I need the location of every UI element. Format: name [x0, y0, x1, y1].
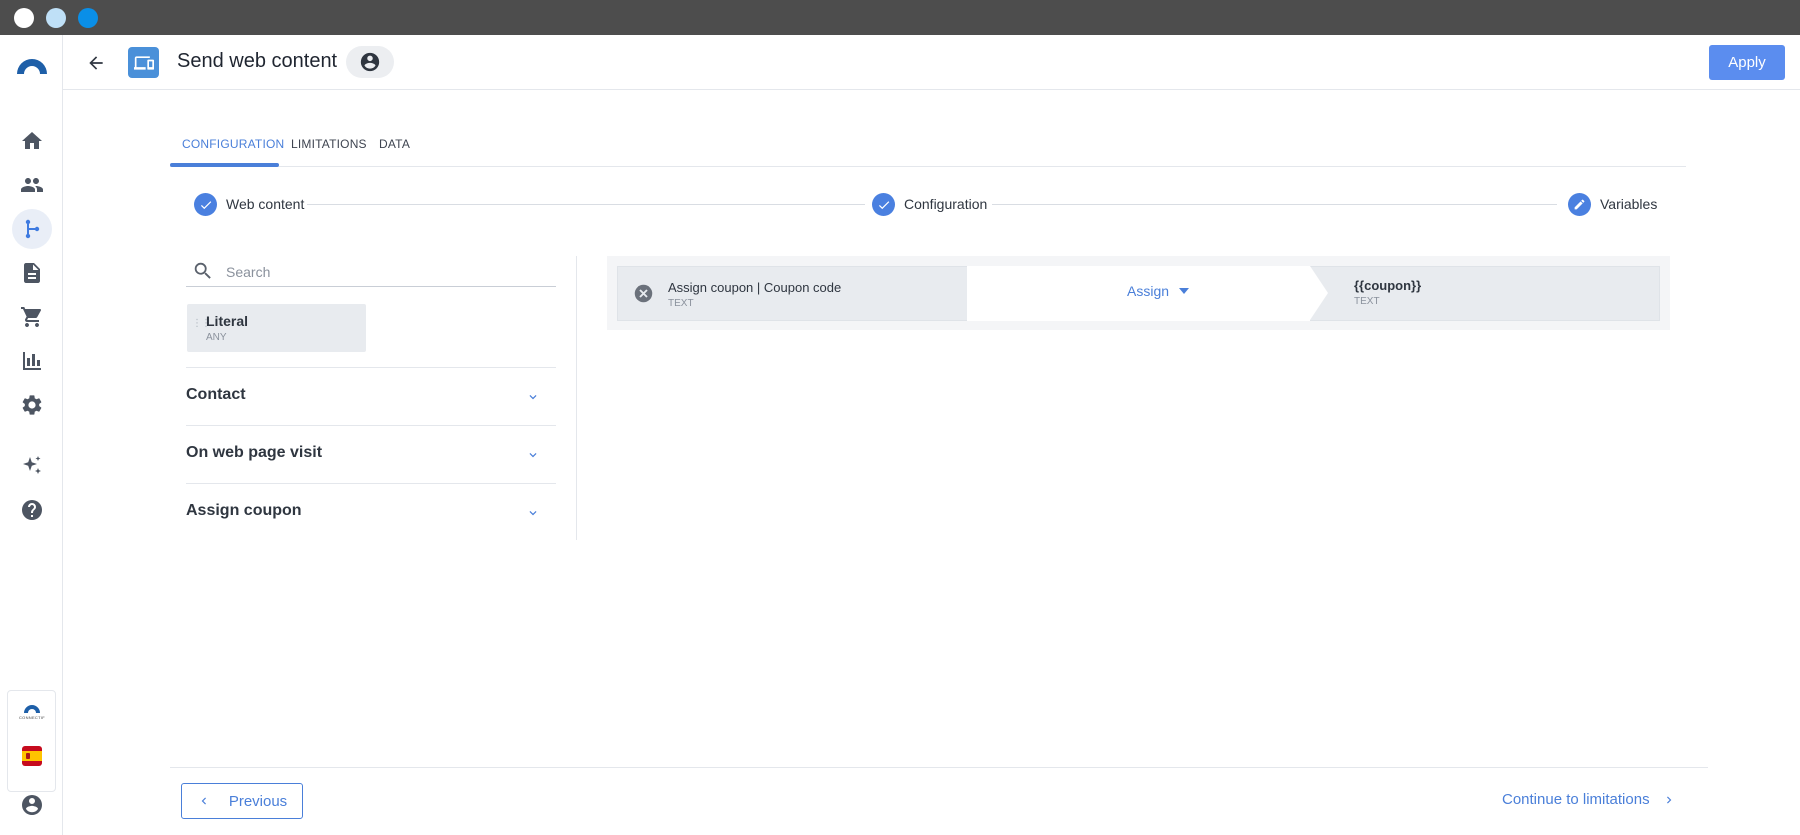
- sidebar-item-help[interactable]: [12, 490, 52, 530]
- previous-button[interactable]: Previous: [181, 783, 303, 819]
- tab-limitations[interactable]: LIMITATIONS: [291, 137, 367, 151]
- page-header: Send web content Apply: [63, 35, 1800, 90]
- mapping-target-arrow: [1310, 266, 1328, 320]
- user-account-icon[interactable]: [20, 793, 44, 817]
- tab-configuration[interactable]: CONFIGURATION: [182, 137, 284, 151]
- apply-button[interactable]: Apply: [1709, 45, 1785, 80]
- sparkle-icon: [23, 456, 41, 474]
- step-configuration[interactable]: [872, 193, 895, 216]
- sidebar-item-analytics[interactable]: [12, 341, 52, 381]
- brand-text: CONNECTIF: [18, 715, 46, 720]
- literal-name: Literal: [206, 313, 249, 329]
- group-label: Contact: [186, 386, 246, 403]
- remove-mapping-icon[interactable]: [633, 283, 654, 304]
- caret-down-icon: [1179, 288, 1190, 294]
- mapping-target-name: {{coupon}}: [1354, 278, 1422, 293]
- workflow-icon: [25, 219, 40, 239]
- app-logo-icon[interactable]: [15, 54, 49, 76]
- sidebar-item-ai[interactable]: [12, 446, 52, 486]
- sidebar-item-contacts[interactable]: [12, 165, 52, 205]
- mapping-source-type: TEXT: [668, 298, 694, 309]
- literal-type: ANY: [206, 332, 227, 343]
- account-switcher[interactable]: CONNECTIF: [7, 690, 56, 792]
- mapping-target-type: TEXT: [1354, 296, 1380, 307]
- previous-label: Previous: [228, 792, 288, 810]
- user-circle-icon: [360, 52, 380, 72]
- step-label[interactable]: Variables: [1600, 196, 1657, 212]
- sidebar-item-store[interactable]: [12, 297, 52, 337]
- window-close-button[interactable]: [14, 8, 34, 28]
- help-icon: [22, 500, 42, 520]
- home-icon: [22, 132, 42, 149]
- continue-label: Continue to limitations: [1502, 791, 1650, 808]
- brand-logo: CONNECTIF: [17, 705, 47, 725]
- sidebar-item-settings[interactable]: [12, 385, 52, 425]
- group-label: On web page visit: [186, 444, 323, 461]
- step-label[interactable]: Configuration: [904, 196, 987, 212]
- sidebar-item-workflows[interactable]: [12, 209, 52, 249]
- brand-arc-icon: [24, 705, 40, 713]
- step-web-content[interactable]: [194, 193, 217, 216]
- contacts-icon: [21, 178, 43, 192]
- group-contact[interactable]: Contact: [186, 367, 556, 425]
- mapping-row: Assign coupon | Coupon code TEXT Assign …: [617, 266, 1660, 321]
- owner-button[interactable]: [346, 46, 394, 78]
- window-minimize-button[interactable]: [46, 8, 66, 28]
- spain-flag-icon[interactable]: [22, 746, 42, 766]
- step-variables[interactable]: [1568, 193, 1591, 216]
- document-icon: [24, 263, 40, 283]
- chevron-down-icon: [529, 511, 537, 516]
- chevron-right-icon: [1666, 796, 1671, 803]
- chevron-down-icon: [529, 453, 537, 458]
- assign-operation-select[interactable]: Assign: [1127, 283, 1190, 299]
- settings-icon: [22, 395, 42, 415]
- variable-search: [186, 257, 556, 287]
- analytics-icon: [23, 352, 41, 370]
- mapping-source-name: Assign coupon | Coupon code: [668, 280, 842, 295]
- web-content-icon: [128, 47, 159, 78]
- chevron-down-icon: [529, 395, 537, 400]
- window-titlebar: [0, 0, 1800, 35]
- sidebar: CONNECTIF: [0, 35, 63, 835]
- active-tab-indicator: [170, 163, 279, 167]
- check-icon: [878, 200, 889, 209]
- sidebar-item-home[interactable]: [12, 121, 52, 161]
- page-title: Send web content: [177, 50, 338, 72]
- step-label[interactable]: Web content: [226, 196, 304, 212]
- tab-bar: CONFIGURATION LIMITATIONS DATA: [170, 127, 1686, 167]
- tab-data[interactable]: DATA: [379, 137, 410, 151]
- chevron-left-icon: [201, 797, 206, 805]
- window-maximize-button[interactable]: [78, 8, 98, 28]
- literal-variable-chip[interactable]: ⋮⋮ Literal ANY: [187, 304, 366, 352]
- group-label: Assign coupon: [186, 502, 302, 519]
- continue-to-limitations-link[interactable]: Continue to limitations: [1502, 791, 1676, 808]
- stepper-connector: [992, 204, 1557, 205]
- check-icon: [200, 200, 211, 209]
- footer-divider: [170, 767, 1708, 768]
- pencil-icon: [1574, 199, 1585, 210]
- search-input[interactable]: [226, 261, 546, 283]
- group-on-web-page-visit[interactable]: On web page visit: [186, 425, 556, 483]
- search-icon: [194, 262, 211, 279]
- group-assign-coupon[interactable]: Assign coupon: [186, 483, 556, 541]
- assign-operation-label: Assign: [1127, 283, 1170, 299]
- stepper-connector: [307, 204, 865, 205]
- back-button[interactable]: [83, 50, 109, 76]
- panel-divider: [576, 256, 577, 540]
- cart-icon: [21, 307, 42, 327]
- variable-mapping-area: Assign coupon | Coupon code TEXT Assign …: [607, 256, 1670, 330]
- mapping-target[interactable]: [1310, 266, 1660, 321]
- sidebar-item-content[interactable]: [12, 253, 52, 293]
- arrow-left-icon: [89, 56, 103, 70]
